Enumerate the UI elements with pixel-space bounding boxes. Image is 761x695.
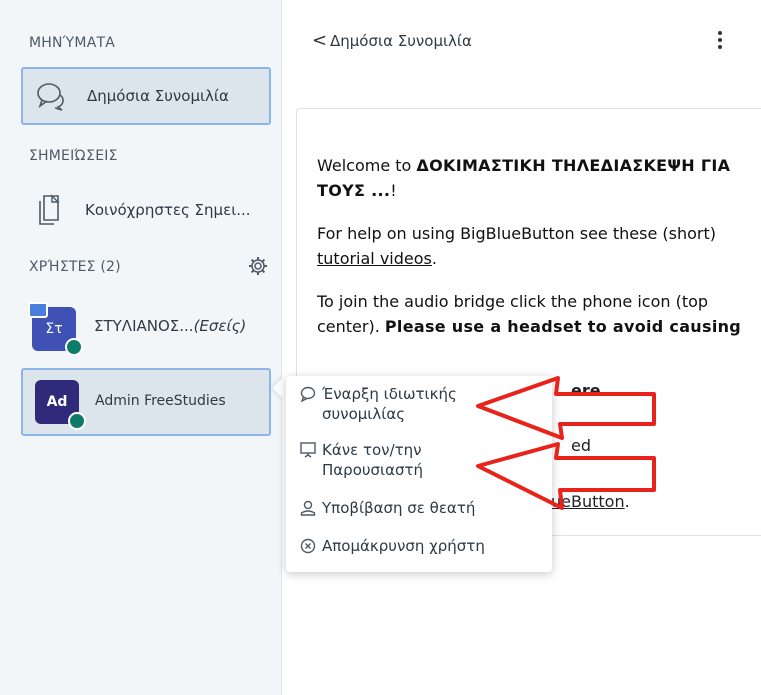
more-options-icon[interactable] (718, 28, 722, 52)
help-text: For help on using BigBlueButton see thes… (317, 224, 716, 243)
gear-icon[interactable] (248, 256, 268, 280)
welcome-prefix: Welcome to (317, 156, 417, 175)
menu-item-remove-user[interactable]: Απομάκρυνση χρήστη (300, 536, 485, 559)
document-icon (31, 190, 71, 230)
sidebar-item-shared-notes[interactable]: Κοινόχρηστες Σημει... (21, 181, 271, 239)
remove-circle-icon (300, 536, 322, 559)
presenter-badge-icon (28, 302, 48, 318)
welcome-suffix: ! (390, 181, 397, 200)
chat-bubbles-icon (33, 76, 73, 116)
user-list-item-self[interactable]: Στ ΣΤΥΛΙΑΝΟΣ...(Εσείς) (21, 296, 276, 358)
menu-label: Παρουσιαστή (322, 461, 424, 479)
users-section-title: ΧΡΉΣΤΕΣ (2) (29, 259, 121, 275)
sidebar-item-public-chat[interactable]: Δημόσια Συνομιλία (21, 67, 271, 125)
back-chevron-icon[interactable]: < (312, 30, 327, 51)
menu-item-demote-viewer[interactable]: Υποβίβαση σε θεατή (300, 498, 475, 521)
presentation-icon (300, 440, 322, 480)
avatar-initials: Ad (46, 394, 68, 410)
user-name: ΣΤΥΛΙΑΝΟΣ... (94, 317, 194, 335)
chat-title[interactable]: Δημόσια Συνομιλία (330, 32, 472, 50)
headset-warning: Please use a headset to avoid causing (384, 317, 742, 336)
user-name: Admin FreeStudies (95, 393, 226, 409)
menu-item-private-chat[interactable]: Έναρξη ιδιωτικής συνομιλίας (300, 384, 457, 424)
microphone-icon (65, 338, 83, 356)
annotation-arrow-2 (476, 442, 656, 510)
menu-label: Κάνε τον/την (322, 441, 422, 459)
help-suffix: . (431, 249, 437, 268)
user-list-item-admin[interactable]: Ad Admin FreeStudies (21, 368, 271, 436)
avatar-initials: Στ (45, 321, 63, 337)
you-suffix: (Εσείς) (193, 317, 247, 335)
shared-notes-label: Κοινόχρηστες Σημει... (85, 201, 251, 219)
menu-label: συνομιλίας (322, 405, 406, 423)
messages-section-title: ΜΗΝΎΜΑΤΑ (29, 35, 116, 51)
menu-item-make-presenter[interactable]: Κάνε τον/την Παρουσιαστή (300, 440, 423, 480)
menu-label: Υποβίβαση σε θεατή (322, 499, 476, 517)
notes-section-title: ΣΗΜΕΙΏΣΕΙΣ (29, 148, 118, 164)
menu-label: Έναρξη ιδιωτικής (322, 385, 457, 403)
microphone-icon (68, 412, 86, 430)
menu-label: Απομάκρυνση χρήστη (322, 537, 485, 555)
public-chat-label: Δημόσια Συνομιλία (87, 87, 229, 105)
user-icon (300, 498, 322, 521)
tutorial-link[interactable]: tutorial videos (317, 249, 432, 268)
chat-header: < Δημόσια Συνομιλία (282, 0, 761, 84)
chat-bubble-icon (300, 384, 322, 424)
annotation-arrow-1 (476, 376, 656, 440)
sidebar: ΜΗΝΎΜΑΤΑ Δημόσια Συνομιλία ΣΗΜΕΙΏΣΕΙΣ Κο… (0, 0, 282, 695)
